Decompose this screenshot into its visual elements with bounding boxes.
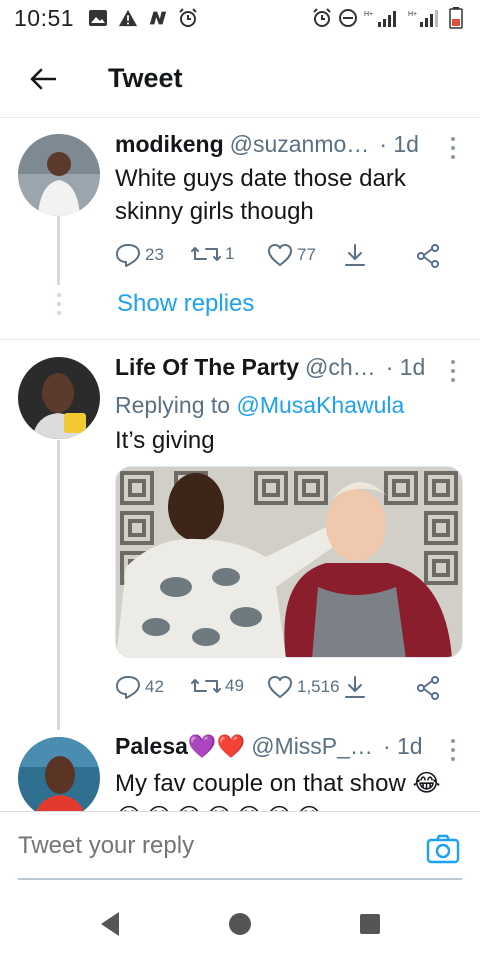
tweet-image[interactable] bbox=[115, 466, 463, 658]
alarm-icon-right bbox=[312, 8, 332, 28]
show-replies-link[interactable]: Show replies bbox=[117, 290, 254, 318]
share-download-button[interactable] bbox=[343, 243, 367, 267]
like-button[interactable]: 77 bbox=[267, 243, 316, 267]
author-handle[interactable]: @suzanmo… bbox=[230, 131, 370, 158]
tweet-actions: 42 49 1,516 bbox=[115, 675, 455, 705]
avatar[interactable] bbox=[18, 737, 100, 811]
tweet-header: Palesa💜❤️ @MissP_… · 1d bbox=[115, 733, 460, 760]
signal-icon: H+ bbox=[364, 8, 402, 28]
square-recents-icon bbox=[360, 914, 380, 934]
top-app-bar: Tweet bbox=[0, 40, 480, 118]
tweet-item[interactable]: modikeng @suzanmo… · 1d White guys date … bbox=[0, 119, 480, 339]
tweet-header: Life Of The Party @ch… · 1d bbox=[115, 354, 460, 381]
page-title: Tweet bbox=[108, 63, 183, 93]
author-name[interactable]: modikeng bbox=[115, 131, 224, 158]
tweet-time: · 1d bbox=[382, 733, 423, 759]
nav-back-button[interactable] bbox=[90, 904, 130, 944]
heart-icon bbox=[268, 244, 292, 266]
replying-to: Replying to @MusaKhawula bbox=[115, 392, 404, 419]
svg-text:H+: H+ bbox=[408, 11, 417, 18]
retweet-icon bbox=[191, 247, 221, 261]
download-arrow-icon bbox=[345, 244, 365, 266]
status-bar: 10:51 H+ H+ bbox=[0, 0, 480, 36]
tweet-feed[interactable]: modikeng @suzanmo… · 1d White guys date … bbox=[0, 119, 480, 811]
tweet-item[interactable]: Palesa💜❤️ @MissP_… · 1d My fav couple on… bbox=[0, 725, 480, 811]
reply-icon bbox=[116, 676, 140, 699]
signal-icon-2: H+ bbox=[408, 8, 440, 28]
n-app-icon bbox=[148, 8, 168, 28]
emoji-row: 😂😂😂😂😂😂😂 bbox=[115, 801, 460, 811]
tweet-item[interactable]: Life Of The Party @ch… · 1d Replying to … bbox=[0, 340, 480, 730]
back-button[interactable] bbox=[20, 56, 66, 102]
share-button[interactable] bbox=[415, 243, 441, 269]
retweet-button[interactable]: 1 bbox=[191, 243, 234, 265]
share-icon bbox=[417, 244, 439, 268]
nav-recents-button[interactable] bbox=[350, 904, 390, 944]
nav-home-button[interactable] bbox=[220, 904, 260, 944]
status-time: 10:51 bbox=[14, 4, 75, 31]
tweet-time: · 1d bbox=[385, 354, 426, 380]
circle-home-icon bbox=[229, 913, 251, 935]
mention-link[interactable]: @MusaKhawula bbox=[236, 392, 404, 418]
arrow-left-icon bbox=[30, 68, 56, 89]
triangle-back-icon bbox=[101, 912, 119, 936]
gallery-icon bbox=[88, 8, 108, 28]
thread-dots-icon bbox=[56, 293, 62, 315]
tweet-text: It’s giving bbox=[115, 427, 215, 454]
author-handle[interactable]: @MissP_… bbox=[251, 733, 373, 760]
replying-to-label: Replying to bbox=[115, 392, 231, 418]
author-name[interactable]: Palesa💜❤️ bbox=[115, 733, 245, 760]
heart-icon bbox=[268, 676, 292, 698]
reply-icon bbox=[116, 244, 140, 267]
avatar[interactable] bbox=[18, 134, 100, 216]
do-not-disturb-icon bbox=[338, 8, 358, 28]
tweet-text: White guys date those dark skinny girls … bbox=[115, 165, 406, 225]
more-options-icon[interactable] bbox=[448, 360, 458, 382]
tweet-header: modikeng @suzanmo… · 1d bbox=[115, 131, 460, 158]
author-handle[interactable]: @ch… bbox=[305, 354, 376, 381]
warning-icon bbox=[118, 8, 138, 28]
like-count: 1,516 bbox=[297, 677, 340, 696]
reply-button[interactable]: 23 bbox=[115, 243, 164, 267]
share-icon bbox=[417, 676, 439, 700]
camera-button[interactable] bbox=[426, 832, 460, 866]
reply-button[interactable]: 42 bbox=[115, 675, 164, 699]
share-button[interactable] bbox=[415, 675, 441, 701]
avatar[interactable] bbox=[18, 357, 100, 439]
reply-composer bbox=[0, 811, 480, 881]
reply-count: 42 bbox=[145, 677, 164, 696]
retweet-count: 49 bbox=[225, 676, 244, 695]
camera-icon bbox=[426, 834, 460, 864]
tweet-text: My fav couple on that show 😂 bbox=[115, 770, 441, 797]
alarm-icon bbox=[178, 8, 198, 28]
reply-input-underline bbox=[18, 878, 462, 880]
retweet-button[interactable]: 49 bbox=[191, 675, 244, 697]
svg-text:H+: H+ bbox=[364, 11, 373, 18]
more-options-icon[interactable] bbox=[448, 137, 458, 159]
thread-line bbox=[57, 215, 60, 285]
retweet-icon bbox=[191, 679, 221, 693]
tweet-time: · 1d bbox=[379, 131, 419, 157]
author-name[interactable]: Life Of The Party bbox=[115, 354, 299, 381]
reply-input[interactable] bbox=[18, 826, 368, 866]
like-button[interactable]: 1,516 bbox=[267, 675, 340, 699]
reply-count: 23 bbox=[145, 245, 164, 264]
system-nav-bar bbox=[0, 888, 480, 960]
tweet-actions: 23 1 77 bbox=[115, 243, 455, 273]
battery-icon bbox=[446, 7, 466, 29]
thread-line bbox=[57, 440, 60, 730]
share-download-button[interactable] bbox=[343, 675, 367, 699]
more-options-icon[interactable] bbox=[448, 739, 458, 761]
like-count: 77 bbox=[297, 245, 316, 264]
download-arrow-icon bbox=[345, 676, 365, 698]
retweet-count: 1 bbox=[225, 244, 235, 263]
